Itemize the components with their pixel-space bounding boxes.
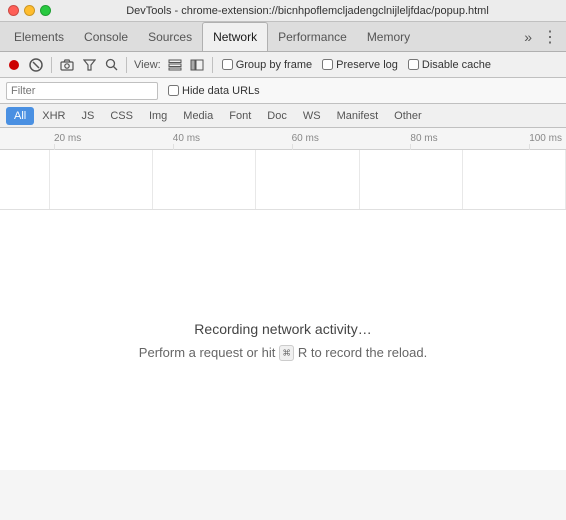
type-tab-css[interactable]: CSS [102, 107, 141, 125]
search-button[interactable] [101, 55, 121, 75]
type-tab-font[interactable]: Font [221, 107, 259, 125]
filter-input[interactable] [6, 82, 158, 100]
separator-3 [212, 57, 213, 73]
minimize-button[interactable] [24, 5, 35, 16]
preserve-log-input[interactable] [322, 59, 333, 70]
type-tab-media[interactable]: Media [175, 107, 221, 125]
clear-button[interactable] [26, 55, 46, 75]
network-toolbar: View: Group by frame Preserve log Disabl… [0, 52, 566, 78]
type-tab-all[interactable]: All [6, 107, 34, 125]
type-tab-manifest[interactable]: Manifest [329, 107, 387, 125]
timeline-header: 20 ms 40 ms 60 ms 80 ms 100 ms [0, 128, 566, 150]
maximize-button[interactable] [40, 5, 51, 16]
view-detailed-button[interactable] [187, 55, 207, 75]
grid-col-0 [0, 150, 50, 209]
type-tab-xhr[interactable]: XHR [34, 107, 73, 125]
disable-cache-checkbox[interactable]: Disable cache [408, 59, 491, 71]
main-tabs: Elements Console Sources Network Perform… [0, 22, 566, 52]
grid-col-2 [153, 150, 256, 209]
more-tabs-button[interactable]: » [518, 27, 538, 47]
devtools-menu-button[interactable]: ⋮ [538, 25, 562, 49]
empty-state-hint: Perform a request or hit ⌘ R to record t… [139, 345, 427, 360]
empty-state: Recording network activity… Perform a re… [0, 210, 566, 470]
filter-button[interactable] [79, 55, 99, 75]
grid-col-3 [256, 150, 359, 209]
view-list-button[interactable] [165, 55, 185, 75]
close-button[interactable] [8, 5, 19, 16]
tab-console[interactable]: Console [74, 22, 138, 51]
type-tab-doc[interactable]: Doc [259, 107, 295, 125]
hint-suffix: to record the reload. [307, 345, 427, 360]
window-title: DevTools - chrome-extension://bicnhpofle… [57, 5, 558, 17]
hint-prefix: Perform a request or hit [139, 345, 279, 360]
tick-60ms: 60 ms [292, 133, 319, 144]
tab-network[interactable]: Network [202, 22, 268, 51]
type-tab-ws[interactable]: WS [295, 107, 329, 125]
grid-col-4 [360, 150, 463, 209]
cmd-key: ⌘ [279, 345, 294, 361]
title-bar: DevTools - chrome-extension://bicnhpofle… [0, 0, 566, 22]
group-by-frame-input[interactable] [222, 59, 233, 70]
group-by-frame-checkbox[interactable]: Group by frame [222, 59, 312, 71]
tick-100ms: 100 ms [529, 133, 562, 144]
type-tab-other[interactable]: Other [386, 107, 430, 125]
grid-col-1 [50, 150, 153, 209]
separator-1 [51, 57, 52, 73]
filter-bar: Hide data URLs [0, 78, 566, 104]
type-tabs: All XHR JS CSS Img Media Font Doc WS Man… [0, 104, 566, 128]
preserve-log-checkbox[interactable]: Preserve log [322, 59, 398, 71]
tick-20ms: 20 ms [54, 133, 81, 144]
window-controls [8, 5, 51, 16]
view-label: View: [134, 59, 161, 71]
hide-data-urls-checkbox[interactable]: Hide data URLs [168, 85, 260, 97]
type-tab-img[interactable]: Img [141, 107, 175, 125]
timeline-ticks: 20 ms 40 ms 60 ms 80 ms 100 ms [50, 133, 566, 144]
r-key: R [298, 345, 307, 360]
tab-performance[interactable]: Performance [268, 22, 357, 51]
empty-state-message: Recording network activity… [194, 321, 371, 337]
type-tab-js[interactable]: JS [73, 107, 102, 125]
tab-elements[interactable]: Elements [4, 22, 74, 51]
tick-80ms: 80 ms [410, 133, 437, 144]
tick-40ms: 40 ms [173, 133, 200, 144]
grid-col-5 [463, 150, 566, 209]
separator-2 [126, 57, 127, 73]
tab-sources[interactable]: Sources [138, 22, 202, 51]
network-table [0, 150, 566, 210]
screenshot-button[interactable] [57, 55, 77, 75]
network-grid [0, 150, 566, 209]
record-button[interactable] [4, 55, 24, 75]
hide-data-urls-input[interactable] [168, 85, 179, 96]
tab-memory[interactable]: Memory [357, 22, 420, 51]
disable-cache-input[interactable] [408, 59, 419, 70]
